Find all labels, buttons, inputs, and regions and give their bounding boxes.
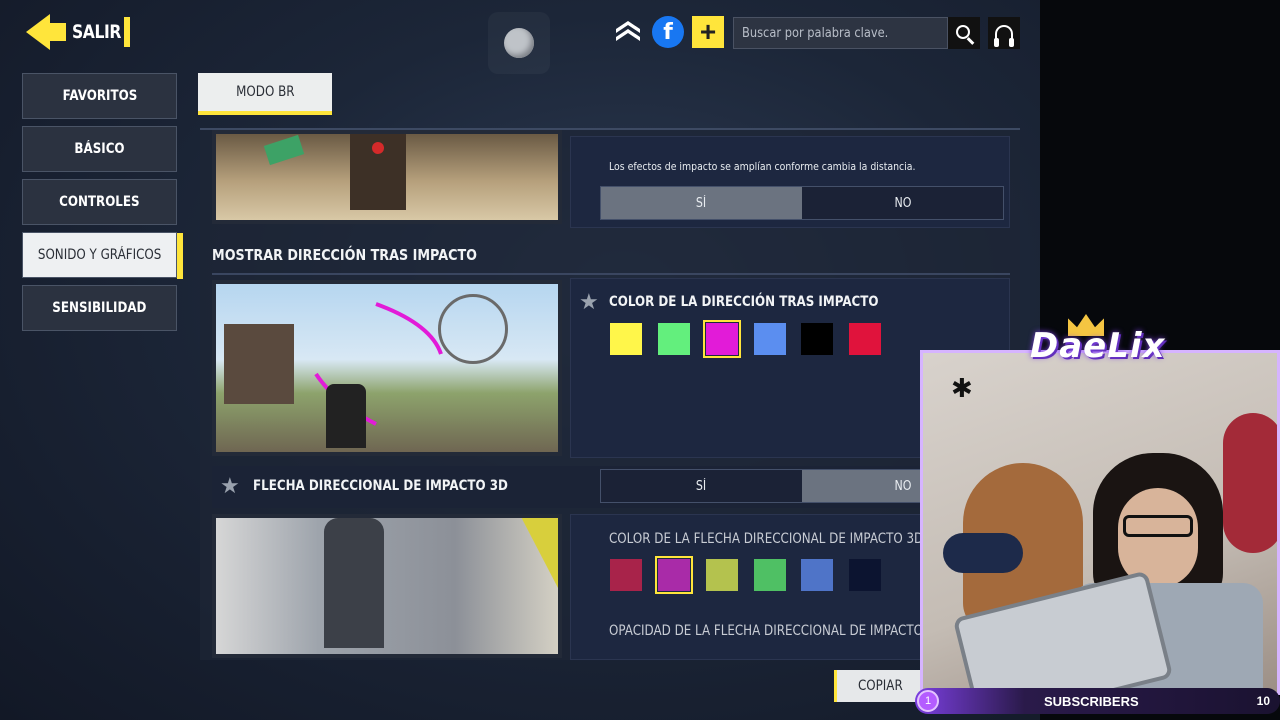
search-button[interactable] xyxy=(948,17,980,49)
direction-color-label: COLOR DE LA DIRECCIÓN TRAS IMPACTO xyxy=(609,294,879,310)
subscribers-count: 10 xyxy=(1256,694,1270,708)
plush-toy-red xyxy=(1223,413,1277,553)
color-swatch-magenta[interactable] xyxy=(703,320,741,358)
favorite-star-icon[interactable]: ★ xyxy=(220,473,240,499)
option-si[interactable]: SÍ xyxy=(601,470,802,502)
arrow-preview-image xyxy=(212,514,562,658)
sidebar-item-basico[interactable]: BÁSICO xyxy=(22,126,177,172)
support-button[interactable] xyxy=(988,17,1020,49)
back-label: SALIR xyxy=(72,21,121,43)
sidebar-item-favoritos[interactable]: FAVORITOS xyxy=(22,73,177,119)
soldier-silhouette xyxy=(324,518,384,648)
option-label: SÍ xyxy=(696,195,707,211)
sidebar-item-label: BÁSICO xyxy=(74,141,125,157)
crate-decoration xyxy=(263,134,305,166)
arrow-color-swatch-blue[interactable] xyxy=(801,559,833,591)
back-accent-bar xyxy=(123,17,130,47)
spider-icon: ✱ xyxy=(951,373,973,403)
direction-section-title: MOSTRAR DIRECCIÓN TRAS IMPACTO xyxy=(212,246,477,264)
impact-effect-description: Los efectos de impacto se amplían confor… xyxy=(609,160,916,173)
tab-label: MODO BR xyxy=(235,84,295,100)
color-swatch-yellow[interactable] xyxy=(610,323,642,355)
sidebar-item-label: CONTROLES xyxy=(59,194,140,210)
rank-icon[interactable] xyxy=(612,16,644,48)
direction-preview-image xyxy=(212,280,562,456)
streamer-logo: DaeLix xyxy=(1030,326,1166,366)
search-icon xyxy=(955,24,970,39)
arrow-color-swatch-purple[interactable] xyxy=(655,556,693,594)
option-label: SÍ xyxy=(696,478,707,494)
favorite-star-icon[interactable]: ★ xyxy=(579,289,599,315)
arrow-color-label: COLOR DE LA FLECHA DIRECCIONAL DE IMPACT… xyxy=(609,531,924,547)
sidebar-item-label: SONIDO Y GRÁFICOS xyxy=(37,247,162,263)
tab-modo-br[interactable]: MODO BR xyxy=(198,73,332,115)
arrow-color-swatch-green[interactable] xyxy=(754,559,786,591)
target-marker-icon xyxy=(372,142,384,154)
option-si[interactable]: SÍ xyxy=(601,187,802,219)
arrow-color-swatch-navy[interactable] xyxy=(849,559,881,591)
color-swatch-black[interactable] xyxy=(801,323,833,355)
sidebar-item-sonido-graficos[interactable]: SONIDO Y GRÁFICOS xyxy=(22,232,183,279)
sidebar-item-label: SENSIBILIDAD xyxy=(52,300,147,316)
sidebar-item-label: FAVORITOS xyxy=(62,88,137,104)
glasses-shape xyxy=(1123,515,1193,537)
player-silhouette xyxy=(326,384,366,448)
back-arrow-icon xyxy=(26,14,66,50)
copy-label: COPIAR xyxy=(858,678,903,694)
arrow-opacity-label: OPACIDAD DE LA FLECHA DIRECCIONAL DE IMP… xyxy=(609,623,944,639)
yellow-wall-shape xyxy=(521,518,558,588)
impact-effect-toggle[interactable]: SÍ NO xyxy=(600,186,1004,220)
target-dummy xyxy=(350,134,406,210)
option-no[interactable]: NO xyxy=(802,187,1003,219)
person-face xyxy=(1118,488,1198,588)
search-input[interactable]: Buscar por palabra clave. xyxy=(733,17,948,49)
subscriber-goal-bar: 1 SUBSCRIBERS 10 xyxy=(915,688,1280,714)
section-divider xyxy=(212,273,1010,275)
plus-icon[interactable]: + xyxy=(692,16,724,48)
top-icon-group: f + xyxy=(612,16,724,48)
color-swatch-green[interactable] xyxy=(658,323,690,355)
option-label: NO xyxy=(894,478,911,494)
arrow-color-swatch-olive[interactable] xyxy=(706,559,738,591)
option-label: NO xyxy=(894,195,911,211)
subscriber-badge: 1 xyxy=(917,690,939,712)
sidebar-item-sensibilidad[interactable]: SENSIBILIDAD xyxy=(22,285,177,331)
webcam-overlay: ✱ xyxy=(920,350,1280,695)
arrow-color-swatch-crimson[interactable] xyxy=(610,559,642,591)
microphone-shape xyxy=(943,533,1023,573)
circle-icon xyxy=(504,28,534,58)
impact-arc-marker xyxy=(314,302,443,426)
joystick-button[interactable] xyxy=(488,12,550,74)
impact-effect-preview-image xyxy=(212,130,562,224)
sidebar-item-controles[interactable]: CONTROLES xyxy=(22,179,177,225)
arrow-section-title: FLECHA DIRECCIONAL DE IMPACTO 3D xyxy=(253,478,508,494)
back-button[interactable]: SALIR xyxy=(26,14,130,50)
color-swatch-red[interactable] xyxy=(849,323,881,355)
game-settings-screen: SALIR f + Buscar por palabra clave. FAVO… xyxy=(0,0,1040,720)
subscribers-label: SUBSCRIBERS xyxy=(1044,693,1139,709)
facebook-icon[interactable]: f xyxy=(652,16,684,48)
search-placeholder: Buscar por palabra clave. xyxy=(742,25,889,41)
copy-button[interactable]: COPIAR xyxy=(834,670,924,702)
color-swatch-blue[interactable] xyxy=(754,323,786,355)
headset-icon xyxy=(994,25,1014,47)
